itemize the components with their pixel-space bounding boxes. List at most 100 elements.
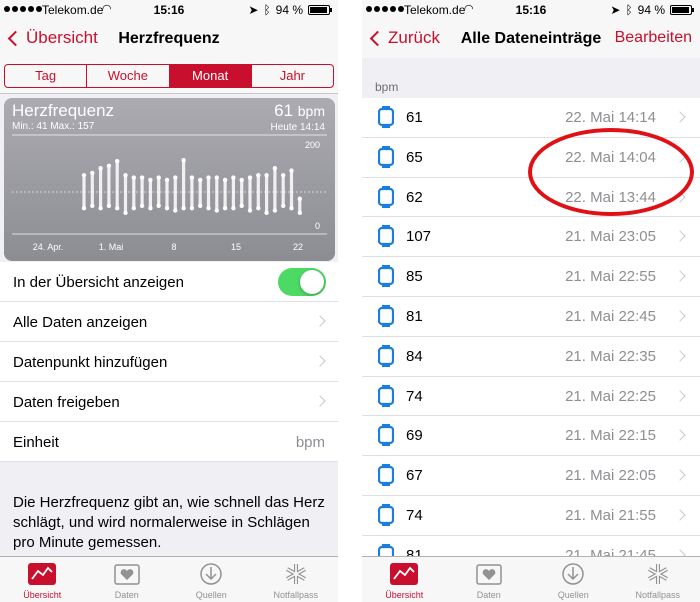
tab-overview[interactable]: Übersicht <box>362 557 447 602</box>
edit-button[interactable]: Bearbeiten <box>615 29 692 47</box>
chart-min-point <box>81 205 87 211</box>
tab-medical-id[interactable]: Notfallpass <box>616 557 700 602</box>
chart-max-point <box>131 175 136 180</box>
entry-bpm: 81 <box>406 307 423 325</box>
tab-label: Notfallpass <box>273 590 319 600</box>
sources-icon <box>562 563 584 585</box>
row-add-datapoint[interactable]: Datenpunkt hinzufügen <box>0 342 338 382</box>
status-bar: Telekom.de ◠ 15:16 ➤ ᛒ 94 % <box>362 0 700 20</box>
entry-bpm: 84 <box>406 347 423 365</box>
chart-min-point <box>256 205 261 211</box>
chevron-right-icon <box>674 111 686 123</box>
chart-max-point <box>272 166 278 171</box>
tab-sources[interactable]: Quellen <box>531 557 616 602</box>
list-item[interactable]: 65 22. Mai 14:04 <box>362 138 700 178</box>
entry-timestamp: 22. Mai 14:14 <box>565 109 656 126</box>
row-share-data[interactable]: Daten freigeben <box>0 382 338 422</box>
tab-medical-id[interactable]: Notfallpass <box>254 557 339 602</box>
entry-bpm: 61 <box>406 109 423 126</box>
entry-timestamp: 21. Mai 22:05 <box>565 467 656 485</box>
list-item[interactable]: 85 21. Mai 22:55 <box>362 257 700 297</box>
section-header-label: bpm <box>375 80 399 94</box>
status-bar: Telekom.de ◠ 15:16 ➤ ᛒ 94 % <box>0 0 338 20</box>
tab-label: Daten <box>114 590 139 600</box>
unit-value: bpm <box>295 434 325 451</box>
data-icon <box>114 564 140 585</box>
tab-data[interactable]: Daten <box>85 557 170 602</box>
list-item[interactable]: 81 21. Mai 22:45 <box>362 297 700 337</box>
y-tick-0: 0 <box>315 221 320 231</box>
right-screen: Telekom.de ◠ 15:16 ➤ ᛒ 94 % Zurück Alle … <box>362 0 700 602</box>
sources-icon <box>200 563 222 585</box>
row-label: In der Übersicht anzeigen <box>13 274 184 291</box>
overview-toggle[interactable] <box>278 268 326 296</box>
chart-min-point <box>214 208 219 213</box>
list-item[interactable]: 84 21. Mai 22:35 <box>362 337 700 377</box>
chevron-right-icon <box>674 350 686 362</box>
chart-max-point <box>231 175 236 180</box>
entry-timestamp: 22. Mai 13:44 <box>565 188 656 206</box>
tab-data[interactable]: Daten <box>447 557 532 602</box>
list-item[interactable]: 74 21. Mai 22:25 <box>362 377 700 417</box>
chart-min-point <box>123 210 128 216</box>
watch-icon <box>378 225 394 248</box>
chart-max-point <box>81 173 87 178</box>
chart-min-point <box>206 205 211 211</box>
chart-max-point <box>148 177 153 183</box>
chart-max-point <box>297 196 302 201</box>
heart-rate-chart[interactable]: 200 0 24. Apr. 1. Mai 8 15 22 Herzfreque… <box>4 98 335 261</box>
segment-jahr[interactable]: Jahr <box>252 65 333 87</box>
list-item[interactable]: 67 21. Mai 22:05 <box>362 456 700 496</box>
chart-max-point <box>239 177 244 183</box>
entry-bpm: 74 <box>406 387 423 405</box>
segmented-control-bar: Tag Woche Monat Jahr <box>0 58 338 94</box>
chevron-right-icon <box>674 389 686 402</box>
chart-min-point <box>156 203 161 208</box>
tab-label: Übersicht <box>385 590 424 600</box>
chart-max-point <box>123 173 128 178</box>
x-tick-0: 24. Apr. <box>33 242 64 252</box>
bluetooth-icon: ᛒ <box>263 3 271 17</box>
chart-max-point <box>173 175 178 180</box>
chart-max-point <box>98 166 103 171</box>
chart-max-point <box>164 177 170 183</box>
list-item[interactable]: 61 22. Mai 14:14 <box>362 98 700 138</box>
battery-icon <box>308 5 332 15</box>
list-item[interactable]: 62 22. Mai 13:44 <box>362 178 700 218</box>
row-label: Einheit <box>13 434 59 451</box>
entry-timestamp: 21. Mai 22:25 <box>565 387 656 405</box>
chart-min-point <box>173 208 178 213</box>
list-item[interactable]: 107 21. Mai 23:05 <box>362 217 700 258</box>
bluetooth-icon: ᛒ <box>625 3 633 17</box>
row-unit[interactable]: Einheit bpm <box>0 422 338 462</box>
chart-max-point <box>247 175 253 180</box>
entry-timestamp: 21. Mai 22:45 <box>565 307 656 325</box>
segmented-control: Tag Woche Monat Jahr <box>4 64 334 88</box>
chevron-right-icon <box>674 230 686 243</box>
chevron-right-icon <box>674 190 686 203</box>
row-show-all-data[interactable]: Alle Daten anzeigen <box>0 302 338 342</box>
chart-min-point <box>115 205 120 211</box>
chart-max-point <box>181 158 186 163</box>
segment-woche[interactable]: Woche <box>87 65 170 87</box>
tab-bar: Übersicht Daten Quellen Notfallpass <box>362 556 700 602</box>
segment-tag[interactable]: Tag <box>5 65 88 87</box>
nav-bar: Zurück Alle Dateneinträge Bearbeiten <box>362 20 700 58</box>
segment-monat[interactable]: Monat <box>169 65 252 87</box>
list-item[interactable]: 74 21. Mai 21:55 <box>362 496 700 536</box>
watch-icon <box>378 185 394 208</box>
chart-max-point <box>264 173 269 178</box>
chevron-right-icon <box>674 270 686 282</box>
x-tick-2: 8 <box>171 242 176 252</box>
entry-bpm: 65 <box>406 148 423 166</box>
page-title: Herzfrequenz <box>118 30 220 47</box>
watch-icon <box>378 384 394 407</box>
tab-sources[interactable]: Quellen <box>169 557 254 602</box>
tab-overview[interactable]: Übersicht <box>0 557 85 602</box>
chart-max-point <box>214 175 219 180</box>
entry-timestamp: 21. Mai 21:55 <box>565 506 656 524</box>
asterisk-icon <box>647 564 668 584</box>
list-item[interactable]: 69 21. Mai 22:15 <box>362 416 700 457</box>
chart-max-point <box>115 158 120 164</box>
overview-icon <box>390 563 419 585</box>
